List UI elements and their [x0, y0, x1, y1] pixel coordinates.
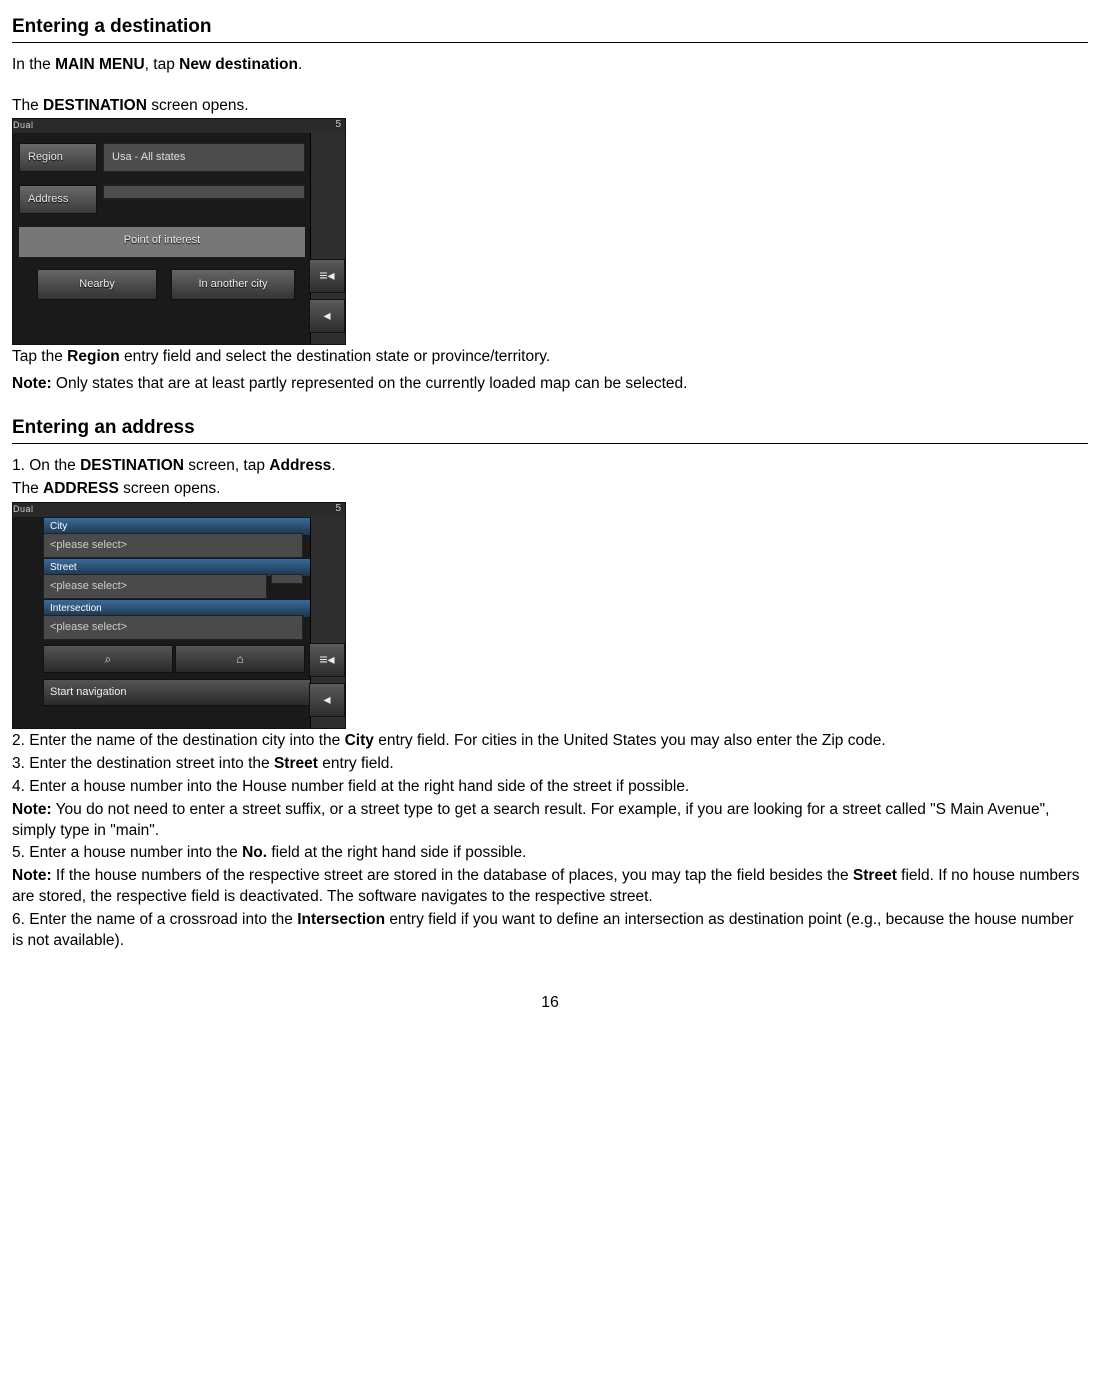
satellite-count: 5	[335, 118, 341, 132]
text: 2. Enter the name of the destination cit…	[12, 732, 345, 749]
nearby-button[interactable]: Nearby	[37, 269, 157, 300]
note-label: Note:	[12, 375, 52, 392]
text: 5. Enter a house number into the	[12, 844, 242, 861]
search-icon[interactable]: ⌕	[43, 645, 173, 673]
step-6: 6. Enter the name of a crossroad into th…	[12, 910, 1088, 952]
note-paragraph-1: Note: Only states that are at least part…	[12, 374, 1088, 395]
another-city-button[interactable]: In another city	[171, 269, 295, 300]
text: Tap the	[12, 348, 67, 365]
text: screen opens.	[147, 97, 249, 114]
address-screen-bold: ADDRESS	[43, 480, 119, 497]
heading-entering-address: Entering an address	[12, 415, 1088, 444]
start-navigation-button[interactable]: Start navigation	[43, 679, 315, 706]
text: In the	[12, 56, 55, 73]
note-3: Note: If the house numbers of the respec…	[12, 866, 1088, 908]
text: screen, tap	[184, 457, 269, 474]
step-1: 1. On the DESTINATION screen, tap Addres…	[12, 456, 1088, 477]
text: If the house numbers of the respective s…	[52, 867, 853, 884]
city-field[interactable]: <please select>	[43, 533, 303, 558]
text: .	[298, 56, 302, 73]
back-icon[interactable]: ◂	[309, 299, 345, 333]
region-field[interactable]: Usa - All states	[103, 143, 305, 172]
menu-back-icon[interactable]: ≡◂	[309, 259, 345, 293]
intersection-field[interactable]: <please select>	[43, 615, 303, 640]
page-number: 16	[12, 992, 1088, 1014]
titlebar	[13, 503, 345, 517]
menu-back-icon[interactable]: ≡◂	[309, 643, 345, 677]
step-2: 2. Enter the name of the destination cit…	[12, 731, 1088, 752]
text: , tap	[145, 56, 179, 73]
text: 6. Enter the name of a crossroad into th…	[12, 911, 297, 928]
street-bold: Street	[274, 755, 318, 772]
text: The	[12, 97, 43, 114]
text: 1. On the	[12, 457, 80, 474]
address-bold: Address	[269, 457, 331, 474]
address-opens: The ADDRESS screen opens.	[12, 479, 1088, 500]
back-icon[interactable]: ◂	[309, 683, 345, 717]
text: You do not need to enter a street suffix…	[12, 801, 1049, 839]
address-screenshot: Dual 5 City <please select> Street <plea…	[12, 502, 346, 729]
city-bold: City	[345, 732, 374, 749]
poi-label: Point of interest	[19, 233, 305, 248]
address-field[interactable]	[103, 185, 305, 199]
save-icon[interactable]: ⌂	[175, 645, 305, 673]
street-field[interactable]: <please select>	[43, 574, 267, 599]
text: screen opens.	[119, 480, 221, 497]
step-4: 4. Enter a house number into the House n…	[12, 777, 1088, 798]
note-label: Note:	[12, 801, 52, 818]
text: Only states that are at least partly rep…	[52, 375, 688, 392]
region-button[interactable]: Region	[19, 143, 97, 172]
new-destination-label: New destination	[179, 56, 298, 73]
destination-bold: DESTINATION	[80, 457, 184, 474]
satellite-count: 5	[335, 502, 341, 516]
text: entry field. For cities in the United St…	[374, 732, 886, 749]
street-bold-2: Street	[853, 867, 897, 884]
note-label: Note:	[12, 867, 52, 884]
no-bold: No.	[242, 844, 267, 861]
text: 3. Enter the destination street into the	[12, 755, 274, 772]
house-number-field[interactable]	[271, 574, 303, 584]
heading-entering-destination: Entering a destination	[12, 14, 1088, 43]
text: field at the right hand side if possible…	[267, 844, 526, 861]
note-2: Note: You do not need to enter a street …	[12, 800, 1088, 842]
intro-paragraph-1: In the MAIN MENU, tap New destination.	[12, 55, 1088, 76]
destination-screenshot: Dual 5 Region Usa - All states Address P…	[12, 118, 346, 345]
text: The	[12, 480, 43, 497]
destination-label: DESTINATION	[43, 97, 147, 114]
titlebar	[13, 119, 345, 133]
text: entry field.	[318, 755, 394, 772]
region-bold: Region	[67, 348, 120, 365]
brand-label: Dual	[13, 119, 34, 131]
step-3: 3. Enter the destination street into the…	[12, 754, 1088, 775]
intersection-bold: Intersection	[297, 911, 385, 928]
text: .	[331, 457, 335, 474]
brand-label: Dual	[13, 503, 34, 515]
step-5: 5. Enter a house number into the No. fie…	[12, 843, 1088, 864]
tap-region-paragraph: Tap the Region entry field and select th…	[12, 347, 1088, 368]
text: entry field and select the destination s…	[120, 348, 551, 365]
main-menu-label: MAIN MENU	[55, 56, 145, 73]
intro-paragraph-2: The DESTINATION screen opens.	[12, 96, 1088, 117]
address-button[interactable]: Address	[19, 185, 97, 214]
